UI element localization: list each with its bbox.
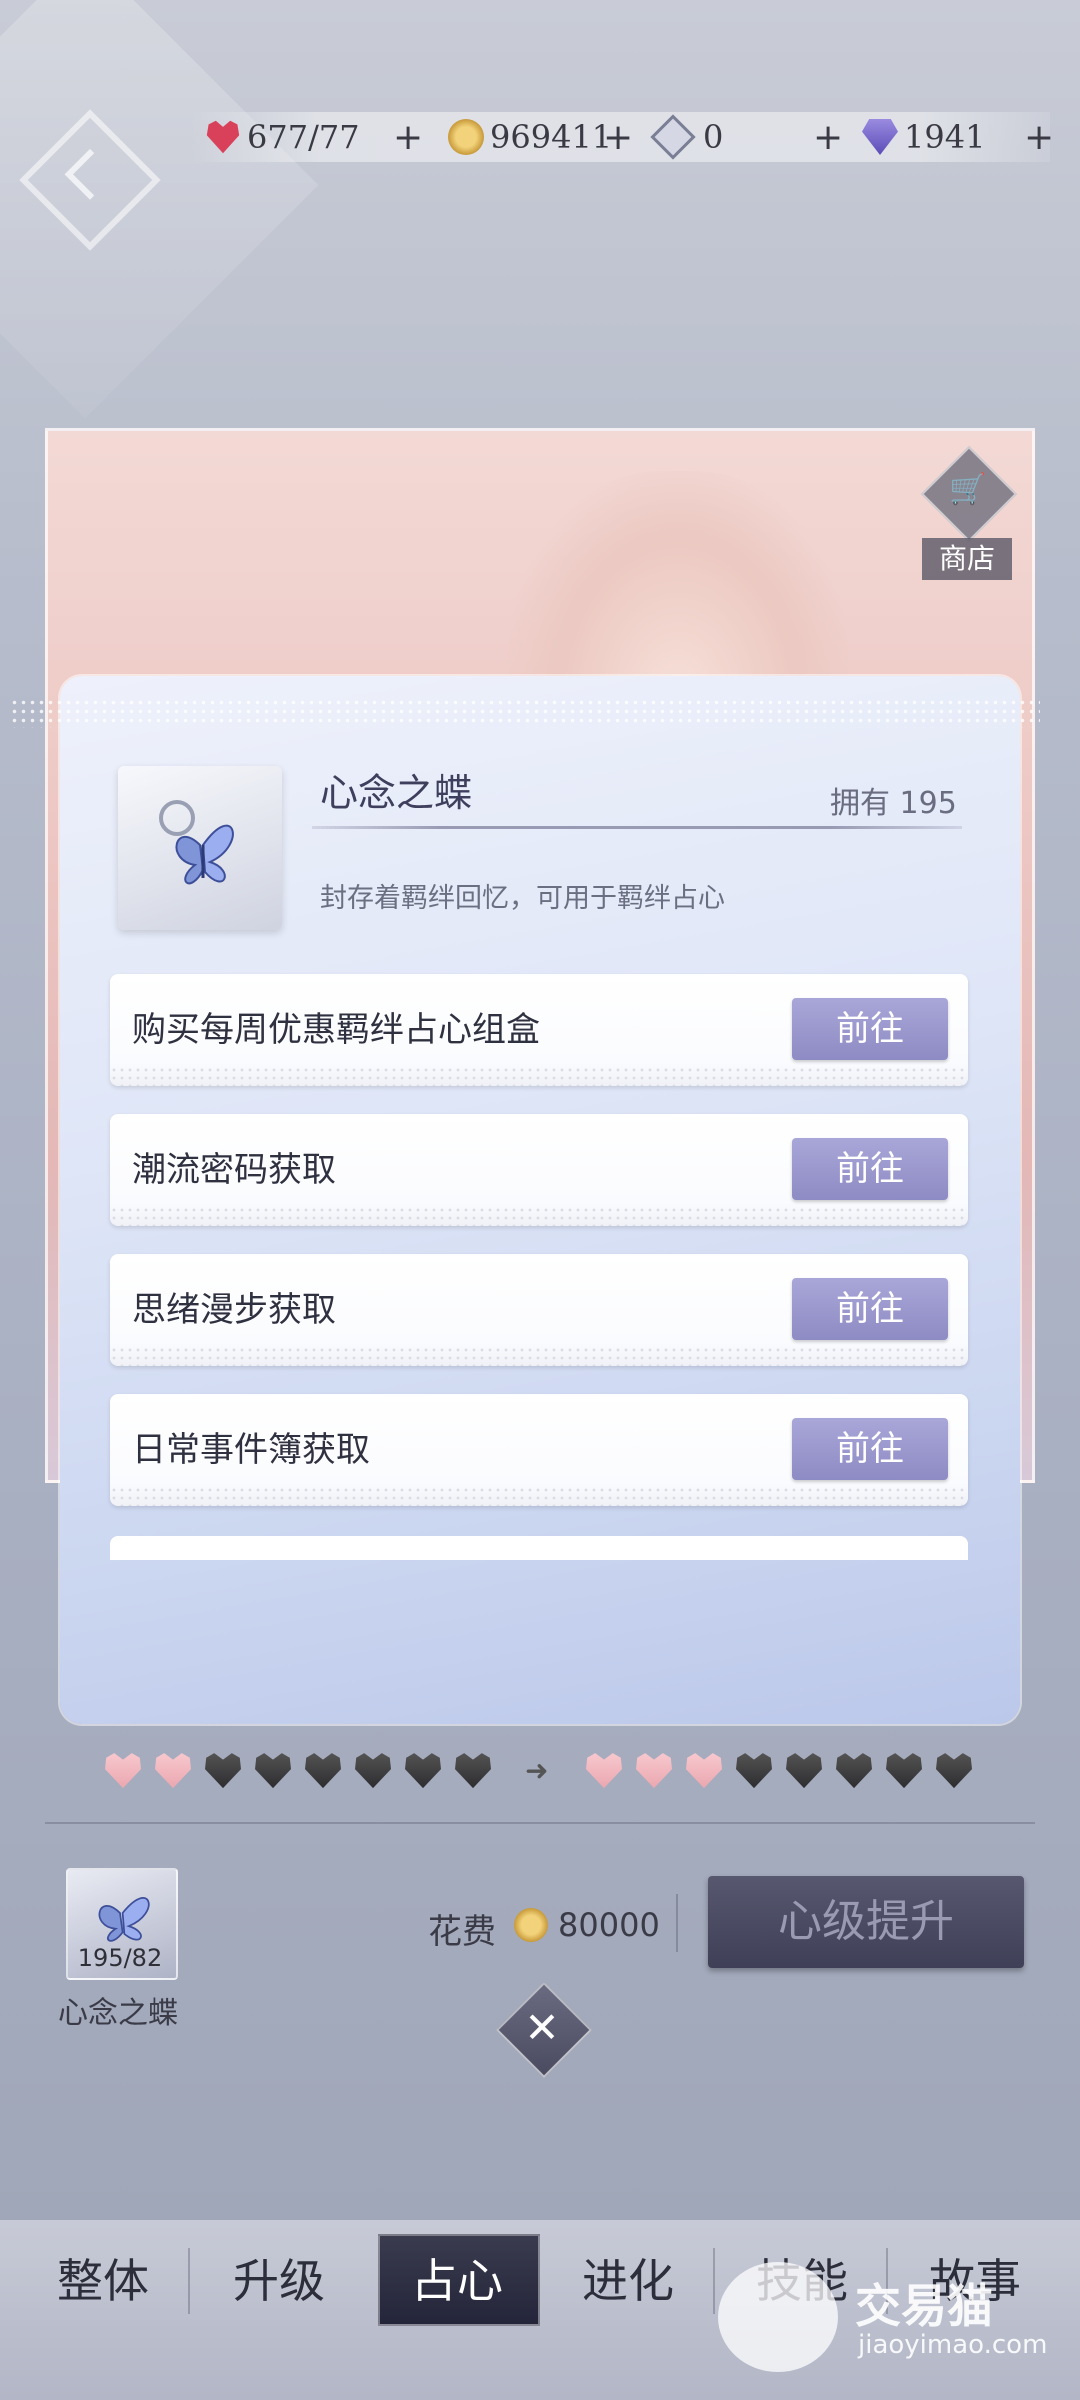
coin-value: 969411 (490, 118, 613, 156)
heart-filled-icon (105, 1753, 141, 1789)
heart-empty-icon (455, 1753, 491, 1789)
heart-empty-icon (405, 1753, 441, 1789)
crystal-icon (650, 114, 696, 160)
heart-empty-icon (936, 1753, 972, 1789)
cost-amount: 80000 (558, 1906, 660, 1944)
material-name: 心念之蝶 (58, 1996, 178, 2031)
butterfly-icon (159, 800, 234, 885)
source-label: 日常事件簿获取 (132, 1430, 370, 1470)
source-row-partial[interactable] (110, 1536, 968, 1560)
heart-empty-icon (736, 1753, 772, 1789)
resource-coin: 969411 (448, 112, 612, 162)
add-diamond-button[interactable]: + (1024, 112, 1054, 162)
resource-diamond: 1941 (862, 112, 985, 162)
source-row: 日常事件簿获取 前往 (110, 1394, 968, 1506)
arrow-icon: ➜ (525, 1754, 549, 1787)
stamina-value: 677/77 (247, 118, 360, 156)
coin-icon (514, 1908, 548, 1942)
heart-empty-icon (355, 1753, 391, 1789)
add-coin-button[interactable]: + (603, 112, 633, 162)
butterfly-icon (98, 1897, 150, 1942)
add-stamina-button[interactable]: + (393, 112, 423, 162)
go-button[interactable]: 前往 (792, 1278, 948, 1340)
go-button[interactable]: 前往 (792, 1418, 948, 1480)
source-label: 思绪漫步获取 (132, 1290, 336, 1330)
item-description: 封存着羁绊回忆，可用于羁绊占心 (320, 883, 725, 914)
diamond-icon (862, 119, 898, 155)
add-crystal-button[interactable]: + (813, 112, 843, 162)
divider (713, 2248, 715, 2314)
heart-empty-icon (305, 1753, 341, 1789)
watermark-logo (718, 2262, 838, 2372)
tab-upgrade[interactable]: 升级 (204, 2238, 354, 2324)
heart-empty-icon (786, 1753, 822, 1789)
watermark-name: 交易猫 (855, 2279, 993, 2333)
source-label: 购买每周优惠羁绊占心组盒 (132, 1010, 540, 1050)
tab-overall[interactable]: 整体 (28, 2238, 178, 2324)
coin-icon (448, 119, 484, 155)
source-row: 购买每周优惠羁绊占心组盒 前往 (110, 974, 968, 1086)
heart-icon (206, 120, 240, 154)
resource-stamina: 677/77 (205, 112, 360, 162)
go-button[interactable]: 前往 (792, 1138, 948, 1200)
heart-empty-icon (205, 1753, 241, 1789)
heart-filled-icon (155, 1753, 191, 1789)
material-count: 195/82 (77, 1944, 163, 1972)
go-button[interactable]: 前往 (792, 998, 948, 1060)
divider (188, 2248, 190, 2314)
crystal-value: 0 (703, 118, 724, 156)
divider (676, 1894, 678, 1952)
heart-filled-icon (636, 1753, 672, 1789)
cart-icon: 🛒 (949, 472, 987, 507)
heart-empty-icon (255, 1753, 291, 1789)
heart-filled-icon (686, 1753, 722, 1789)
upgrade-button[interactable]: 心级提升 (708, 1876, 1024, 1968)
close-icon[interactable]: ✕ (510, 1996, 574, 2060)
resource-crystal: 0 (650, 112, 724, 162)
heart-empty-icon (836, 1753, 872, 1789)
source-row: 潮流密码获取 前往 (110, 1114, 968, 1226)
tab-divination[interactable]: 占心 (382, 2238, 532, 2324)
divider (45, 1822, 1035, 1824)
heart-filled-icon (586, 1753, 622, 1789)
shop-label[interactable]: 商店 (922, 538, 1012, 580)
modal-dot-pattern (10, 698, 1040, 728)
title-underline (312, 826, 962, 829)
item-name: 心念之蝶 (320, 771, 473, 815)
heart-empty-icon (886, 1753, 922, 1789)
source-label: 潮流密码获取 (132, 1150, 336, 1190)
owned-count: 拥有 195 (830, 786, 957, 821)
watermark-url: jiaoyimao.com (858, 2330, 1048, 2360)
tab-evolve[interactable]: 进化 (553, 2238, 703, 2324)
cost-label: 花费 (428, 1912, 496, 1952)
source-row: 思绪漫步获取 前往 (110, 1254, 968, 1366)
diamond-value: 1941 (904, 118, 986, 156)
